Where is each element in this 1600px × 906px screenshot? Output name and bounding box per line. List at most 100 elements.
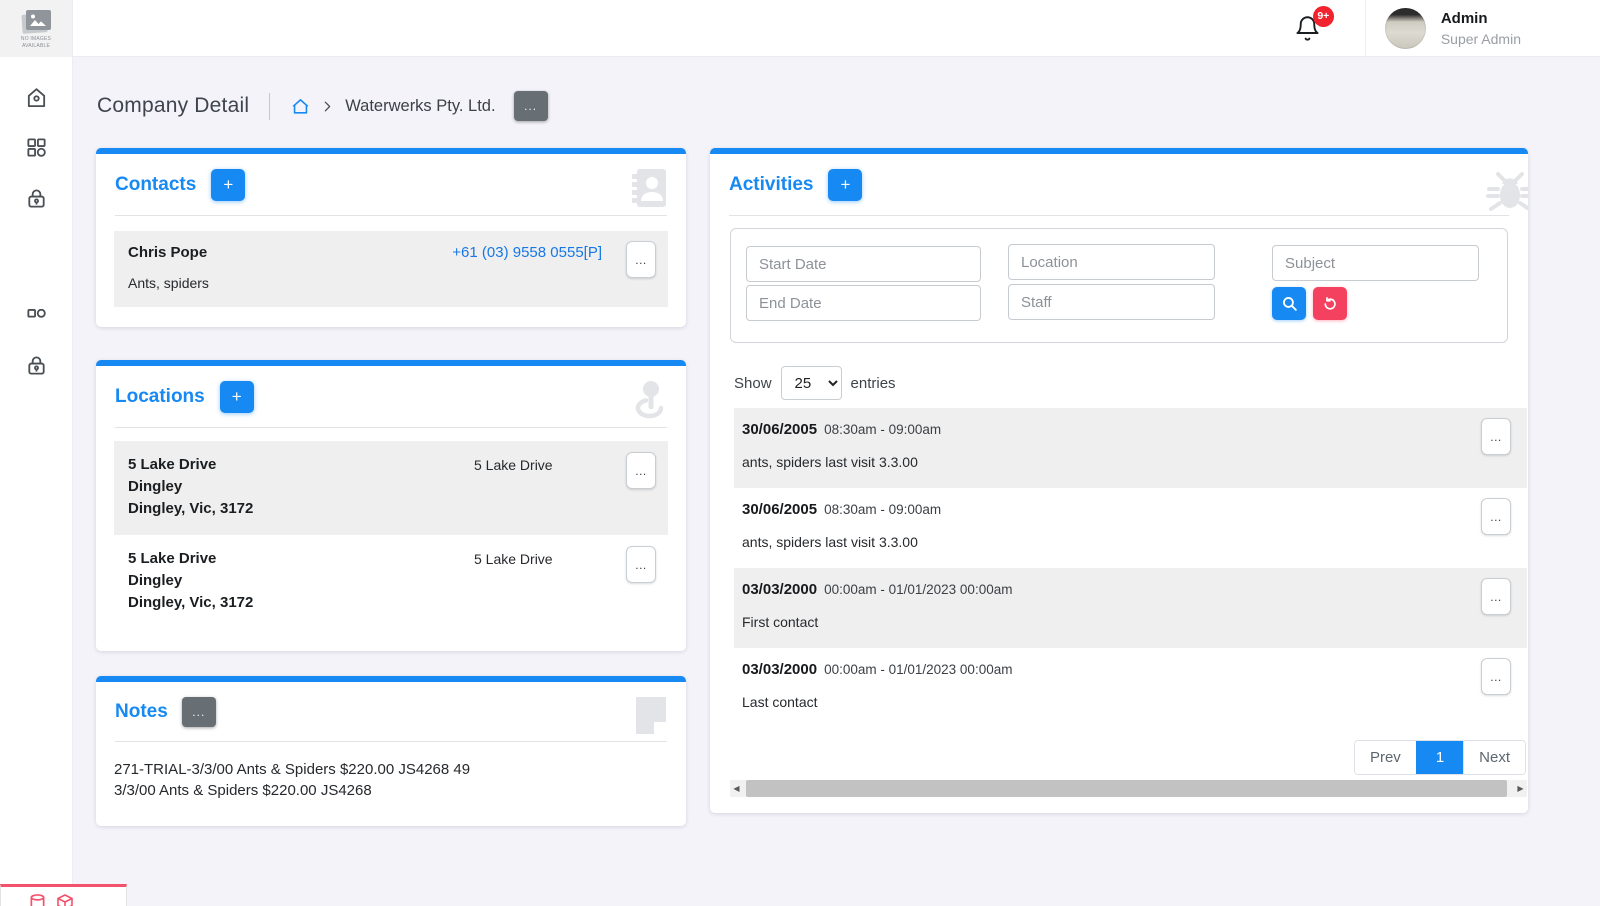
activity-subject: Last contact: [742, 694, 1517, 710]
home-icon: [25, 86, 48, 109]
location-menu-button[interactable]: ...: [626, 546, 656, 583]
pagination-row: Prev 1 Next: [712, 740, 1526, 775]
activity-date: 30/06/2005: [742, 421, 817, 438]
add-contact-button[interactable]: +: [211, 169, 245, 201]
contacts-body: Chris Pope +61 (03) 9558 0555[P] ... Ant…: [96, 216, 686, 327]
location-menu-button[interactable]: ...: [626, 452, 656, 489]
contact-menu-button[interactable]: ...: [626, 241, 656, 278]
sidebar: NO IMAGES AVAILABLE: [0, 0, 73, 906]
contact-name: Chris Pope: [128, 244, 207, 261]
contact-phone-link[interactable]: +61 (03) 9558 0555[P]: [452, 244, 602, 261]
notes-header: Notes ...: [115, 682, 667, 742]
page-size-select[interactable]: 25: [781, 366, 842, 400]
activity-row: 03/03/200000:00am - 01/01/2023 00:00am F…: [734, 568, 1527, 648]
next-page-button[interactable]: Next: [1463, 741, 1525, 774]
scrollbar-thumb[interactable]: [746, 780, 1507, 797]
location-input[interactable]: [1008, 244, 1215, 280]
sidebar-item-dashboard[interactable]: [25, 136, 48, 159]
prev-page-button[interactable]: Prev: [1355, 741, 1416, 774]
app-logo[interactable]: NO IMAGES AVAILABLE: [0, 0, 72, 57]
breadcrumb-company[interactable]: Waterwerks Pty. Ltd.: [345, 97, 495, 116]
logo-caption: NO IMAGES AVAILABLE: [14, 36, 58, 49]
notes-menu-button[interactable]: ...: [182, 697, 216, 727]
location-line1: 5 Lake Drive: [128, 454, 474, 476]
location-line2: Dingley: [128, 570, 474, 592]
activity-subject: ants, spiders last visit 3.3.00: [742, 454, 1517, 470]
location-row: 5 Lake Drive Dingley Dingley, Vic, 3172 …: [114, 441, 668, 535]
sidebar-item-partial[interactable]: [25, 309, 48, 322]
activity-date: 03/03/2000: [742, 581, 817, 598]
topbar-divider: [1365, 0, 1366, 57]
activity-time: 00:00am - 01/01/2023 00:00am: [824, 662, 1012, 677]
activity-row: 30/06/200508:30am - 09:00am ants, spider…: [734, 408, 1527, 488]
contact-row: Chris Pope +61 (03) 9558 0555[P] ... Ant…: [114, 231, 668, 307]
main-area: 9+ Admin Super Admin Company Detail: [73, 0, 1600, 906]
left-column: Contacts +: [96, 148, 686, 826]
page-1-button[interactable]: 1: [1416, 741, 1463, 774]
location-row: 5 Lake Drive Dingley Dingley, Vic, 3172 …: [114, 535, 668, 629]
horizontal-scrollbar[interactable]: ◀ ▶: [730, 780, 1527, 797]
cylinder-icon: [29, 893, 46, 906]
lock-icon: [25, 187, 48, 210]
activity-date: 30/06/2005: [742, 501, 817, 518]
activity-row: 03/03/200000:00am - 01/01/2023 00:00am L…: [734, 648, 1527, 728]
sidebar-item-locked-1[interactable]: [25, 187, 48, 210]
search-button[interactable]: [1272, 287, 1306, 320]
notes-title: Notes: [115, 701, 168, 723]
contact-book-icon: [628, 167, 670, 214]
user-block[interactable]: Admin Super Admin: [1441, 10, 1521, 47]
add-location-button[interactable]: +: [220, 381, 254, 413]
activities-header: Activities +: [729, 154, 1509, 216]
note-line: 3/3/00 Ants & Spiders $220.00 JS4268: [114, 780, 668, 801]
home-icon: [291, 97, 310, 116]
location-line1: 5 Lake Drive: [128, 548, 474, 570]
lock-icon: [25, 354, 48, 377]
app-root: NO IMAGES AVAILABLE: [0, 0, 1600, 906]
bug-icon: [1484, 167, 1528, 220]
user-name: Admin: [1441, 10, 1521, 27]
pagination: Prev 1 Next: [1354, 740, 1526, 775]
sidebar-item-home[interactable]: [25, 86, 48, 109]
activity-menu-button[interactable]: ...: [1481, 498, 1511, 535]
activities-card: Activities +: [710, 148, 1528, 813]
company-menu-button[interactable]: ...: [514, 91, 548, 121]
locations-title: Locations: [115, 386, 205, 408]
reset-icon: [1322, 296, 1338, 312]
end-date-input[interactable]: [746, 285, 981, 321]
no-image-placeholder-icon: [19, 8, 53, 34]
notes-card: Notes ... 271-TRIAL-3/3/00 Ants & Spider…: [96, 676, 686, 826]
chevron-right-icon: [321, 100, 334, 113]
scroll-left-arrow[interactable]: ◀: [730, 780, 743, 797]
avatar[interactable]: [1385, 8, 1426, 49]
show-label: Show: [734, 375, 772, 392]
activity-menu-button[interactable]: ...: [1481, 418, 1511, 455]
clipped-grid-icon: [25, 309, 48, 320]
title-divider: [269, 93, 270, 120]
staff-input[interactable]: [1008, 284, 1215, 320]
location-line3: Dingley, Vic, 3172: [128, 592, 474, 614]
subject-input[interactable]: [1272, 245, 1479, 281]
add-activity-button[interactable]: +: [828, 169, 862, 201]
reset-button[interactable]: [1313, 287, 1347, 320]
activity-menu-button[interactable]: ...: [1481, 658, 1511, 695]
activity-time: 08:30am - 09:00am: [824, 502, 941, 517]
scroll-right-arrow[interactable]: ▶: [1514, 780, 1527, 797]
activities-title: Activities: [729, 174, 813, 196]
locations-card: Locations +: [96, 360, 686, 651]
sidebar-item-locked-2[interactable]: [25, 354, 48, 377]
activity-menu-button[interactable]: ...: [1481, 578, 1511, 615]
right-column: Activities +: [710, 148, 1528, 813]
cube-icon: [55, 893, 75, 906]
scrollbar-track[interactable]: [743, 780, 1514, 797]
start-date-input[interactable]: [746, 246, 981, 282]
breadcrumb-home[interactable]: [291, 97, 310, 116]
notes-body: 271-TRIAL-3/3/00 Ants & Spiders $220.00 …: [96, 742, 686, 826]
bottom-toast[interactable]: [0, 884, 127, 906]
activity-row: 30/06/200508:30am - 09:00am ants, spider…: [734, 488, 1527, 568]
contact-description: Ants, spiders: [128, 275, 654, 291]
search-icon: [1281, 295, 1298, 312]
notification-badge: 9+: [1313, 6, 1334, 27]
page-head: Company Detail Waterwerks Pty. Ltd. ...: [96, 91, 1528, 121]
locations-body: 5 Lake Drive Dingley Dingley, Vic, 3172 …: [96, 428, 686, 651]
notifications-button[interactable]: 9+: [1294, 15, 1321, 42]
